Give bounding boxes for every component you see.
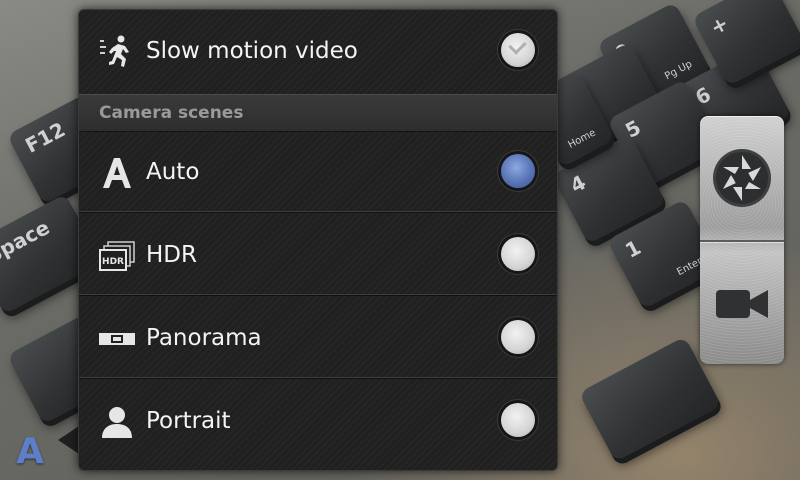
auto-scene-indicator-icon: A [16,431,44,472]
section-title: Camera scenes [99,103,244,123]
slow-motion-checkbox[interactable] [501,33,535,67]
radio-hdr[interactable] [501,237,535,271]
video-record-button[interactable] [700,242,784,364]
svg-text:HDR: HDR [102,257,124,267]
radio-panorama[interactable] [501,320,535,354]
camera-settings-popup: Slow motion video Camera scenes Auto HDR [78,9,558,471]
scene-option-panorama[interactable]: Panorama [79,297,557,379]
running-person-icon [99,34,135,70]
video-camera-icon [716,290,768,318]
scene-label-panorama: Panorama [146,325,262,351]
portrait-icon [99,404,135,440]
scene-label-auto: Auto [146,159,200,185]
scene-option-portrait[interactable]: Portrait [79,380,557,462]
capture-controls [700,116,784,364]
slow-motion-video-label: Slow motion video [146,38,358,64]
panorama-icon [99,321,135,357]
camera-shutter-icon [713,149,771,207]
scene-mode-indicator[interactable]: A [10,432,50,472]
shutter-button[interactable] [700,116,784,240]
checkmark-icon [508,36,527,55]
row-divider [79,294,557,296]
radio-portrait[interactable] [501,403,535,437]
hdr-icon: HDR [99,238,135,274]
popup-pointer [58,426,79,454]
scene-option-auto[interactable]: Auto [79,131,557,213]
scene-label-hdr: HDR [146,242,197,268]
row-divider [79,377,557,379]
camera-scenes-section-header: Camera scenes [79,94,557,132]
radio-auto-selected[interactable] [501,154,535,188]
scene-label-portrait: Portrait [146,408,231,434]
auto-scene-icon [99,155,135,191]
scene-option-hdr[interactable]: HDR HDR [79,214,557,296]
row-divider [79,211,557,213]
slow-motion-video-option[interactable]: Slow motion video [79,10,557,92]
